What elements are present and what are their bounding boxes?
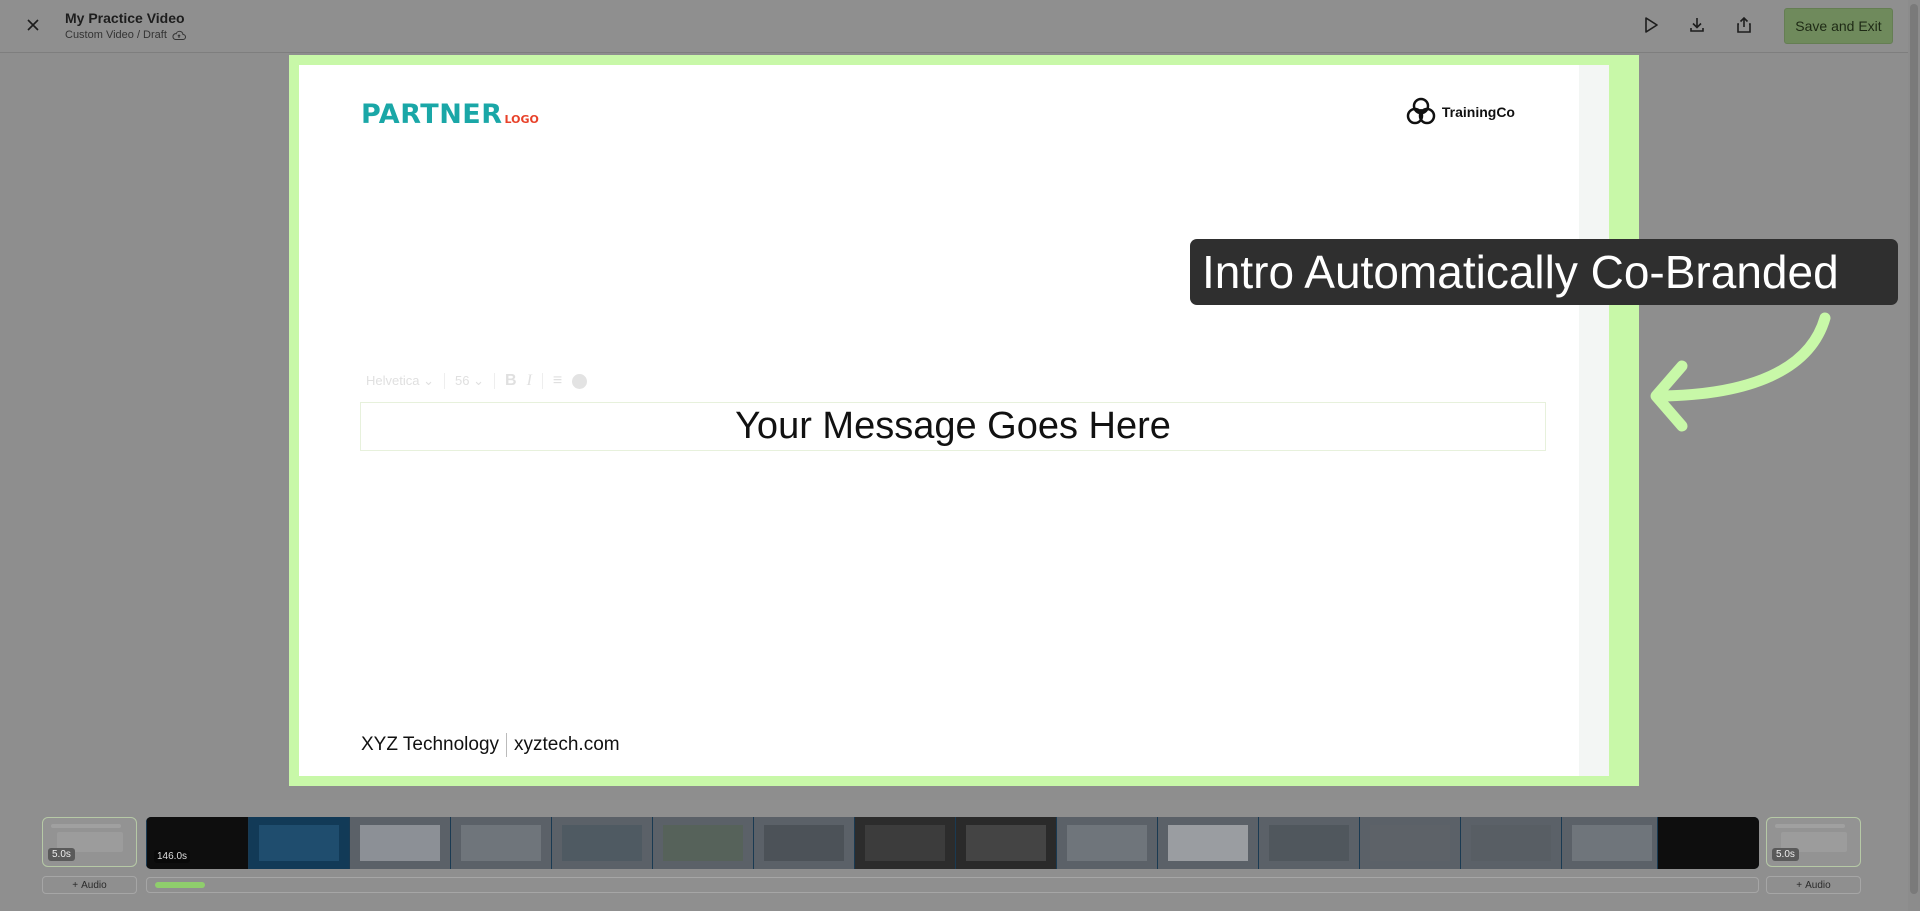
thumbnail-image	[259, 825, 339, 861]
close-button[interactable]	[20, 12, 46, 38]
italic-icon[interactable]: I	[527, 372, 532, 390]
top-bar: My Practice Video Custom Video / Draft S…	[0, 0, 1908, 53]
strip-thumbnail	[349, 817, 450, 869]
callout-banner: Intro Automatically Co-Branded	[1190, 239, 1898, 305]
strip-thumbnail	[1359, 817, 1460, 869]
video-subtitle: Custom Video / Draft	[65, 29, 186, 41]
partner-logo: PARTNER LOGO	[361, 99, 539, 130]
footer-divider	[506, 733, 508, 757]
audio-track-fill	[155, 882, 205, 888]
duration-badge: 5.0s	[1772, 848, 1799, 861]
font-size-value: 56	[455, 373, 470, 388]
text-format-toolbar: Helvetica ⌄ 56 ⌄ B I ≡	[366, 372, 588, 390]
footer-company: XYZ Technology	[361, 734, 500, 755]
duration-badge: 146.0s	[154, 850, 191, 863]
save-and-exit-button[interactable]: Save and Exit	[1784, 8, 1893, 44]
duration-badge: 5.0s	[48, 848, 75, 861]
brand-name: TrainingCo	[1441, 104, 1515, 120]
thumbnail-image	[1471, 825, 1551, 861]
add-audio-button[interactable]: + Audio	[1766, 876, 1861, 894]
trainingco-logo-icon	[1406, 97, 1436, 125]
plus-icon: +	[72, 879, 79, 891]
chevron-down-icon: ⌄	[423, 373, 434, 388]
strip-thumbnail	[1258, 817, 1359, 869]
thumbnail-image	[1572, 825, 1652, 861]
thumbnail-image	[966, 825, 1046, 861]
bold-icon[interactable]: B	[505, 372, 517, 390]
strip-thumbnail	[1157, 817, 1258, 869]
strip-thumbnail	[450, 817, 551, 869]
strip-thumbnail	[1561, 817, 1662, 869]
slide-frame: PARTNER LOGO TrainingCo Helvetica ⌄ 56 ⌄ …	[289, 55, 1639, 786]
vertical-scrollbar[interactable]	[1908, 0, 1920, 911]
close-icon	[27, 19, 39, 31]
share-icon	[1737, 16, 1751, 33]
message-text-box[interactable]: Your Message Goes Here	[360, 402, 1546, 451]
audio-track[interactable]	[146, 877, 1759, 893]
toolbar-divider	[541, 373, 543, 389]
align-center-icon[interactable]: ≡	[553, 372, 562, 390]
curved-arrow-icon	[1650, 312, 1831, 432]
download-button[interactable]	[1684, 12, 1710, 38]
play-button[interactable]	[1638, 12, 1664, 38]
breadcrumb: Custom Video / Draft	[65, 29, 167, 41]
font-select-value: Helvetica	[366, 373, 420, 388]
font-select[interactable]: Helvetica ⌄	[366, 373, 434, 389]
add-audio-label: Audio	[81, 879, 107, 891]
brand-logo: TrainingCo	[1404, 95, 1515, 129]
footer-url: xyztech.com	[514, 734, 620, 755]
download-icon	[1690, 18, 1704, 32]
strip-thumbnail	[652, 817, 753, 869]
slide-footer: XYZ Technology xyztech.com	[361, 733, 620, 757]
callout-text: Intro Automatically Co-Branded	[1202, 246, 1839, 298]
add-audio-label: Audio	[1805, 879, 1831, 891]
scrollbar-thumb[interactable]	[1910, 4, 1918, 894]
card-placeholder	[1775, 824, 1845, 828]
intro-card[interactable]: 5.0s	[42, 817, 137, 867]
strip-thumbnail	[551, 817, 652, 869]
plus-icon: +	[1796, 879, 1803, 891]
thumbnail-image	[1370, 825, 1450, 861]
cloud-sync-icon	[172, 30, 186, 40]
strip-thumbnail	[753, 817, 854, 869]
toolbar-divider	[494, 373, 495, 389]
strip-thumbnail	[248, 817, 349, 869]
thumbnail-image	[1168, 825, 1248, 861]
thumbnail-image	[461, 825, 541, 861]
message-text[interactable]: Your Message Goes Here	[735, 405, 1171, 448]
text-color-icon[interactable]	[572, 373, 588, 389]
video-title: My Practice Video	[65, 10, 185, 26]
thumbnail-image	[360, 825, 440, 861]
thumbnail-image	[764, 825, 844, 861]
card-placeholder	[51, 824, 121, 828]
outro-card[interactable]: 5.0s	[1766, 817, 1861, 867]
strip-thumbnail	[854, 817, 955, 869]
strip-thumbnail	[1657, 817, 1759, 869]
timeline-panel: 5.0s + Audio 146.0s 5.0s + Audio	[0, 800, 1908, 911]
video-strip[interactable]: 146.0s	[146, 817, 1759, 869]
thumbnail-image	[865, 825, 945, 861]
thumbnail-image	[562, 825, 642, 861]
slide-edge	[1579, 65, 1609, 776]
add-audio-button[interactable]: + Audio	[42, 876, 137, 894]
strip-thumbnail	[1460, 817, 1561, 869]
share-button[interactable]	[1731, 12, 1757, 38]
slide-canvas[interactable]: PARTNER LOGO TrainingCo Helvetica ⌄ 56 ⌄ …	[299, 65, 1609, 776]
thumbnail-image	[663, 825, 743, 861]
thumbnail-image	[1269, 825, 1349, 861]
font-size-select[interactable]: 56 ⌄	[455, 373, 484, 389]
partner-logo-sub: LOGO	[504, 113, 539, 126]
toolbar-divider	[444, 373, 445, 389]
play-icon	[1645, 17, 1658, 33]
strip-thumbnail	[955, 817, 1056, 869]
thumbnail-image	[1067, 825, 1147, 861]
chevron-down-icon: ⌄	[473, 373, 484, 388]
strip-thumbnail	[1056, 817, 1157, 869]
partner-logo-main: PARTNER	[361, 99, 503, 130]
